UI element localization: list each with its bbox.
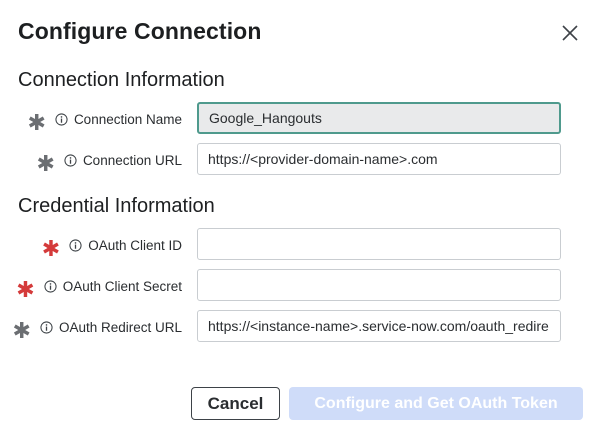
client-id-field[interactable] [197, 228, 561, 260]
client-secret-label-group: ✱ OAuth Client Secret [16, 269, 182, 303]
connection-name-label-group: ✱ Connection Name [28, 102, 183, 136]
connection-name-field[interactable]: Google_Hangouts [197, 102, 561, 134]
required-icon: ✱ [36, 151, 55, 176]
redirect-url-label: OAuth Redirect URL [58, 319, 182, 335]
info-icon[interactable] [64, 153, 77, 167]
connection-url-field[interactable]: https://<provider-domain-name>.com [197, 143, 561, 175]
client-id-row: ✱ OAuth Client ID [0, 228, 600, 262]
cancel-button[interactable]: Cancel [191, 387, 280, 420]
redirect-url-row: ✱ OAuth Redirect URL https://<instance-n… [0, 310, 600, 344]
client-secret-field[interactable] [197, 269, 561, 301]
dialog-title: Configure Connection [18, 18, 262, 44]
close-icon[interactable] [559, 22, 581, 44]
client-secret-row: ✱ OAuth Client Secret [0, 269, 600, 303]
connection-url-row: ✱ Connection URL https://<provider-domai… [0, 143, 600, 177]
configure-and-get-oauth-token-button[interactable]: Configure and Get OAuth Token [289, 387, 583, 420]
connection-url-label-group: ✱ Connection URL [37, 143, 183, 177]
required-icon: ✱ [16, 277, 35, 302]
connection-url-label: Connection URL [82, 152, 182, 168]
connection-name-row: ✱ Connection Name Google_Hangouts [0, 102, 600, 136]
info-icon[interactable] [69, 238, 82, 252]
info-icon[interactable] [40, 320, 53, 334]
info-icon[interactable] [44, 279, 57, 293]
required-icon: ✱ [12, 318, 31, 343]
section-connection-information: Connection Information [18, 69, 225, 91]
required-icon: ✱ [27, 110, 46, 135]
configure-connection-dialog: Configure Connection Connection Informat… [0, 0, 600, 434]
redirect-url-field[interactable]: https://<instance-name>.service-now.com/… [197, 310, 561, 342]
required-icon: ✱ [41, 236, 61, 261]
client-id-label: OAuth Client ID [88, 237, 182, 253]
client-secret-label: OAuth Client Secret [62, 278, 182, 294]
connection-name-label: Connection Name [73, 111, 182, 127]
client-id-label-group: ✱ OAuth Client ID [42, 228, 182, 262]
redirect-url-label-group: ✱ OAuth Redirect URL [13, 310, 183, 344]
info-icon[interactable] [55, 112, 68, 126]
section-credential-information: Credential Information [18, 195, 215, 217]
